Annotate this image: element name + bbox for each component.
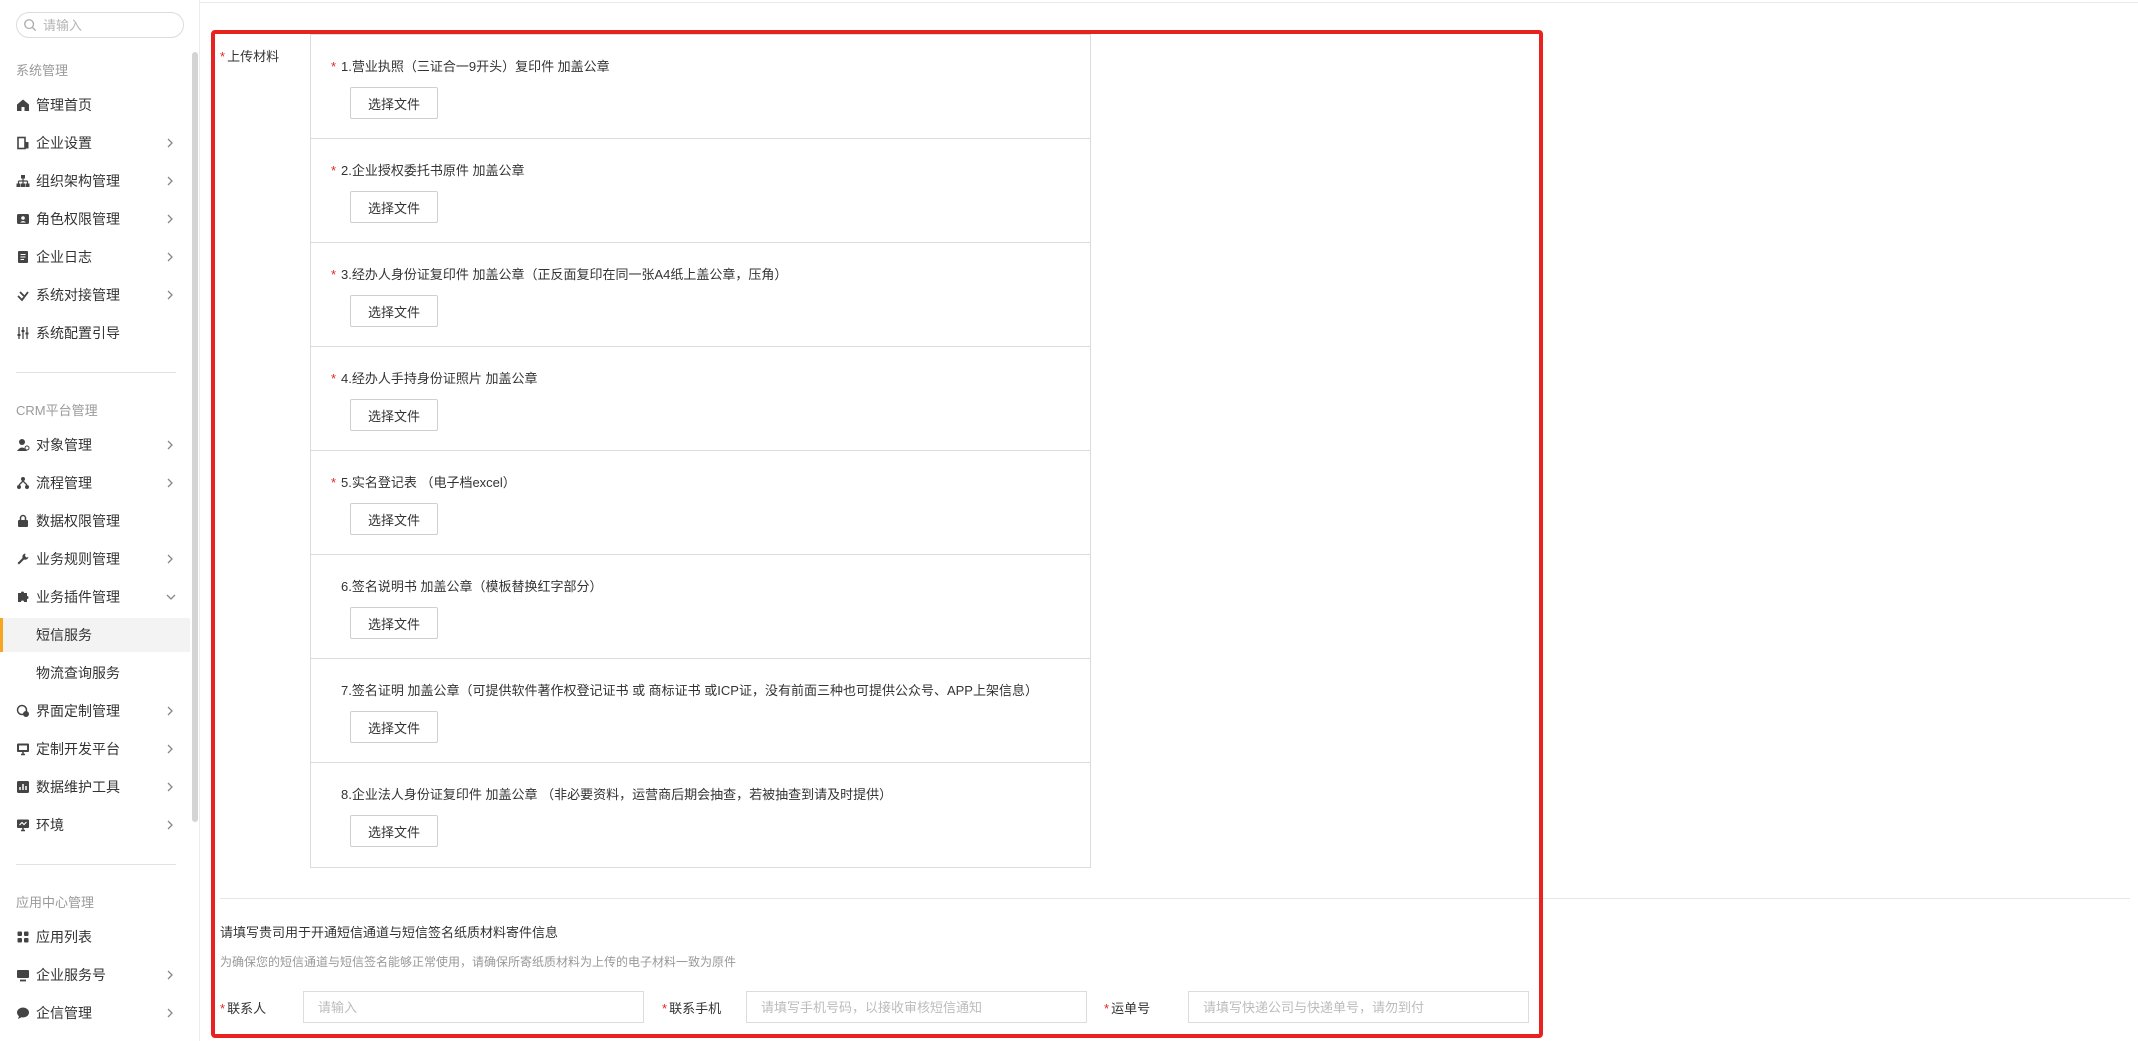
header-divider <box>200 2 2138 3</box>
link-icon <box>16 288 30 302</box>
sidebar-divider <box>16 372 176 373</box>
sidebar-item-label: 企业日志 <box>36 249 92 265</box>
chevron-right-icon <box>166 782 176 792</box>
sidebar-item-biz-rules[interactable]: 业务规则管理 <box>0 542 190 576</box>
database-chart-icon <box>16 780 30 794</box>
palette-icon <box>16 704 30 718</box>
sidebar-item-sms[interactable]: 短信服务 <box>0 618 190 652</box>
sidebar-item-label: 业务插件管理 <box>36 589 120 605</box>
chevron-right-icon <box>166 554 176 564</box>
sidebar-item-label: 角色权限管理 <box>36 211 120 227</box>
group-title-system: 系统管理 <box>16 63 69 78</box>
sidebar-item-objects[interactable]: 对象管理 <box>0 428 190 462</box>
search-icon <box>24 19 37 32</box>
chevron-right-icon <box>166 440 176 450</box>
sidebar-item-env[interactable]: 环境 <box>0 808 190 842</box>
sidebar-item-data-perm[interactable]: 数据权限管理 <box>0 504 190 538</box>
sidebar-item-label: 企业服务号 <box>36 967 106 983</box>
sidebar-item-label: 管理首页 <box>36 97 92 113</box>
puzzle-icon <box>16 590 30 604</box>
sidebar-item-label: 定制开发平台 <box>36 741 120 757</box>
sidebar-item-workflow[interactable]: 流程管理 <box>0 466 190 500</box>
sidebar-item-label: 对象管理 <box>36 437 92 453</box>
building-icon <box>16 136 30 150</box>
sidebar-item-app-list[interactable]: 应用列表 <box>0 920 190 954</box>
chevron-right-icon <box>166 820 176 830</box>
sidebar-divider <box>16 864 176 865</box>
chevron-right-icon <box>166 290 176 300</box>
sidebar-item-biz-plugins[interactable]: 业务插件管理 <box>0 580 190 614</box>
sidebar-item-label: 企信管理 <box>36 1005 92 1021</box>
group-title-crm: CRM平台管理 <box>16 403 98 418</box>
sidebar-search[interactable] <box>16 12 184 38</box>
chevron-right-icon <box>166 1008 176 1018</box>
sidebar-item-label: 组织架构管理 <box>36 173 120 189</box>
chevron-right-icon <box>166 970 176 980</box>
sidebar-item-label: 物流查询服务 <box>36 665 120 681</box>
chevron-right-icon <box>166 706 176 716</box>
sidebar-item-roles[interactable]: 角色权限管理 <box>0 202 190 236</box>
sidebar-scrollbar[interactable] <box>192 52 198 822</box>
grid-icon <box>16 930 30 944</box>
sidebar-item-dev-platform[interactable]: 定制开发平台 <box>0 732 190 766</box>
sidebar-item-label: 短信服务 <box>36 627 92 643</box>
chevron-right-icon <box>166 138 176 148</box>
sidebar-item-label: 环境 <box>36 817 64 833</box>
chevron-down-icon <box>166 592 176 602</box>
notebook-icon <box>16 250 30 264</box>
home-icon <box>16 98 30 112</box>
sidebar-item-label: 业务规则管理 <box>36 551 120 567</box>
sidebar-item-label: 数据权限管理 <box>36 513 120 529</box>
sidebar-item-label: 系统配置引导 <box>36 325 120 341</box>
sidebar-search-input[interactable] <box>43 17 173 33</box>
sidebar-item-org[interactable]: 组织架构管理 <box>0 164 190 198</box>
sidebar-item-label: 应用列表 <box>36 929 92 945</box>
sidebar-item-company-settings[interactable]: 企业设置 <box>0 126 190 160</box>
lock-icon <box>16 514 30 528</box>
id-card-icon <box>16 212 30 226</box>
sidebar-item-ui-custom[interactable]: 界面定制管理 <box>0 694 190 728</box>
sidebar-item-home[interactable]: 管理首页 <box>0 88 190 122</box>
chevron-right-icon <box>166 744 176 754</box>
sidebar-item-messaging[interactable]: 企信管理 <box>0 996 190 1030</box>
workflow-icon <box>16 476 30 490</box>
user-icon <box>16 438 30 452</box>
monitor-icon <box>16 742 30 756</box>
sidebar-item-label: 流程管理 <box>36 475 92 491</box>
sidebar-item-data-tools[interactable]: 数据维护工具 <box>0 770 190 804</box>
sliders-icon <box>16 326 30 340</box>
wrench-icon <box>16 552 30 566</box>
sidebar-item-integration[interactable]: 系统对接管理 <box>0 278 190 312</box>
screen-icon <box>16 818 30 832</box>
group-title-app-center: 应用中心管理 <box>16 895 95 910</box>
chevron-right-icon <box>166 176 176 186</box>
sidebar-item-logistics[interactable]: 物流查询服务 <box>0 656 190 690</box>
chevron-right-icon <box>166 214 176 224</box>
sidebar-item-label: 数据维护工具 <box>36 779 120 795</box>
sidebar-item-label: 界面定制管理 <box>36 703 120 719</box>
sidebar-item-logs[interactable]: 企业日志 <box>0 240 190 274</box>
desktop-icon <box>16 968 30 982</box>
sidebar-item-config-guide[interactable]: 系统配置引导 <box>0 316 190 350</box>
sidebar-item-label: 系统对接管理 <box>36 287 120 303</box>
chat-bubble-icon <box>16 1006 30 1020</box>
highlight-box <box>211 30 1543 1038</box>
chevron-right-icon <box>166 478 176 488</box>
sidebar-item-label: 企业设置 <box>36 135 92 151</box>
org-chart-icon <box>16 174 30 188</box>
sidebar: 系统管理 管理首页 企业设置 组织架构管理 角色权限管理 企业日志 系统对接管理… <box>0 0 200 1041</box>
chevron-right-icon <box>166 252 176 262</box>
sidebar-item-service-account[interactable]: 企业服务号 <box>0 958 190 992</box>
